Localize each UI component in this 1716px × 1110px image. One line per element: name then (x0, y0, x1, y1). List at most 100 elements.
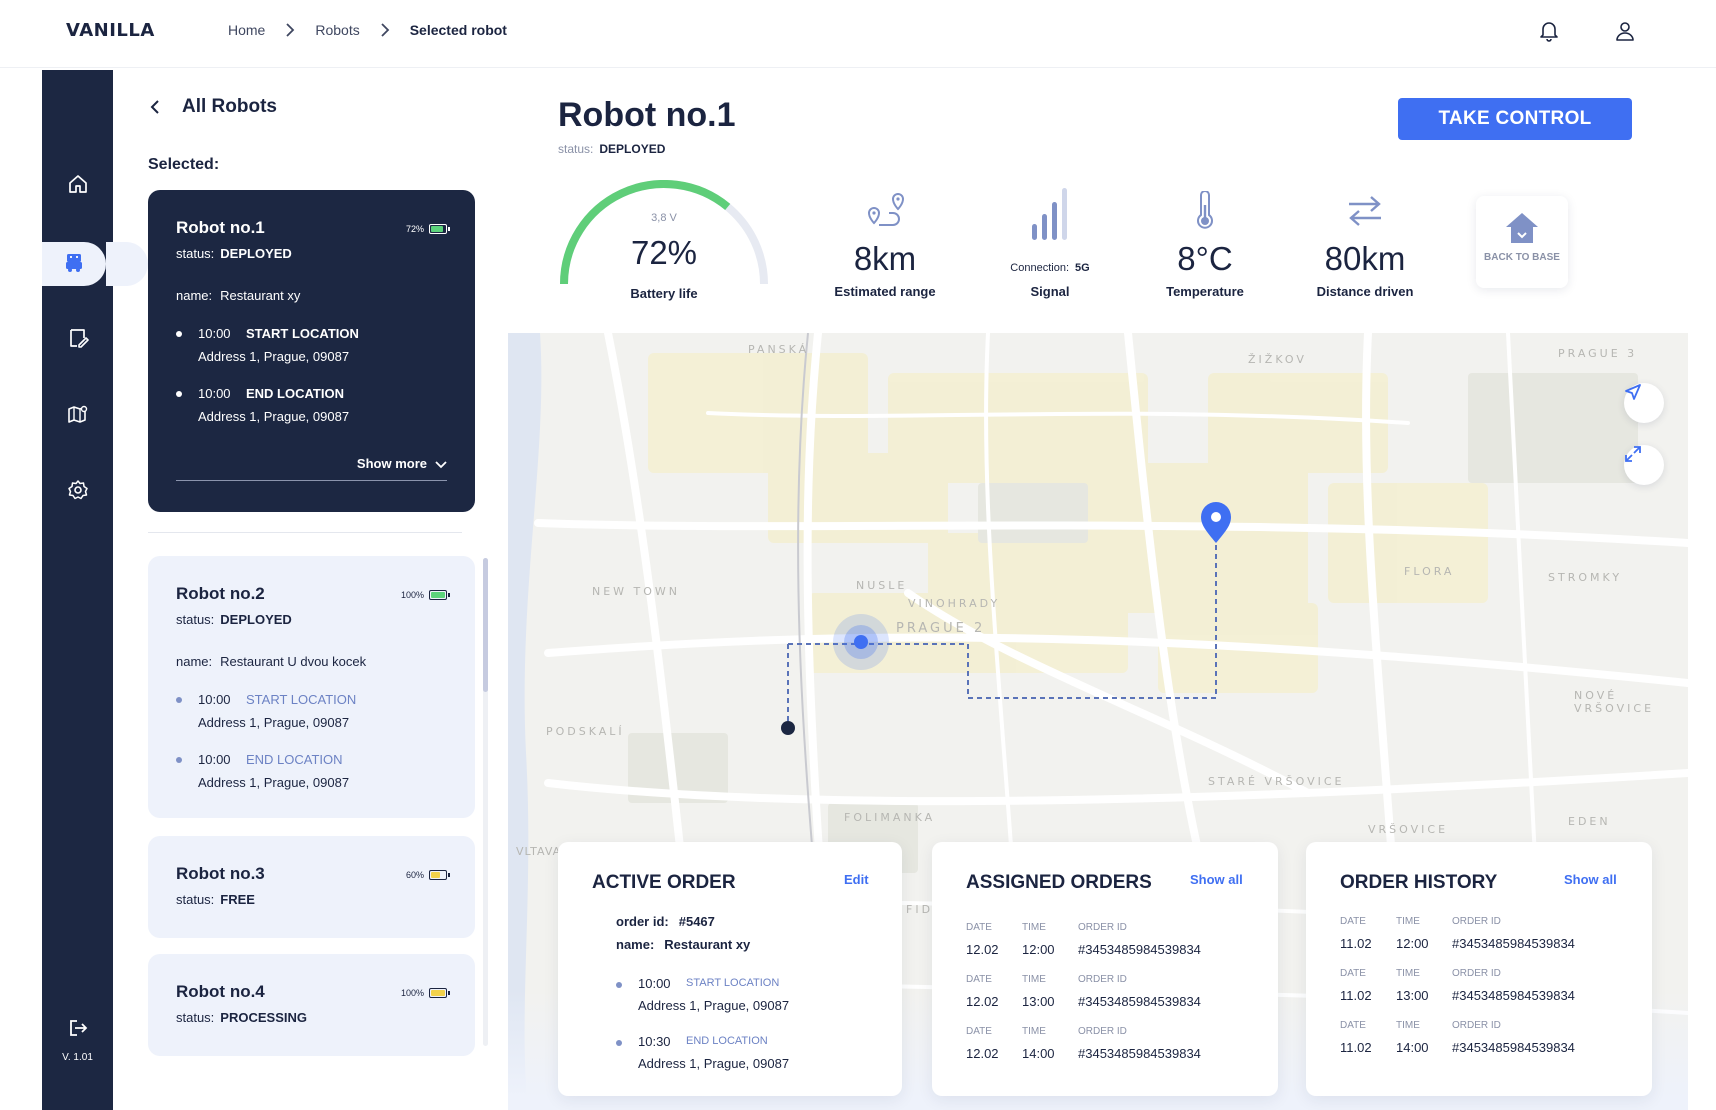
scrollbar-thumb[interactable] (483, 558, 488, 692)
bullet-icon (176, 331, 182, 337)
order-time: 14:00 (1022, 1046, 1055, 1061)
assigned-show-all-link[interactable]: Show all (1190, 872, 1243, 887)
breadcrumb-robots[interactable]: Robots (315, 22, 359, 38)
map-label: FOLIMANKA (844, 811, 936, 824)
nav-robots[interactable] (42, 242, 148, 286)
robot-icon (63, 251, 85, 278)
battery-label: Battery life (630, 286, 698, 301)
assigned-orders-title: ASSIGNED ORDERS (966, 872, 1152, 893)
battery-percent: 60% (405, 870, 424, 880)
order-time: 14:00 (1396, 1040, 1429, 1055)
order-id: order id: #5467 (616, 914, 715, 929)
history-show-all-link[interactable]: Show all (1564, 872, 1617, 887)
end-address: Address 1, Prague, 09087 (638, 1056, 790, 1071)
battery-icon (429, 988, 450, 998)
order-date: 12.02 (966, 994, 999, 1009)
breadcrumb-home[interactable]: Home (228, 22, 265, 38)
nav-home[interactable] (42, 164, 113, 208)
status-key: status: (558, 142, 594, 156)
fullscreen-button[interactable] (1624, 445, 1664, 485)
order-id-header: ORDER ID (1078, 922, 1127, 933)
back-to-base-button[interactable]: BACK TO BASE (1476, 196, 1568, 288)
estimated-range-label: Estimated range (834, 284, 936, 299)
all-robots-link[interactable]: All Robots (150, 96, 277, 118)
battery-indicator: 100% (401, 590, 450, 600)
active-order-panel: ACTIVE ORDER Edit order id: #5467 name: Re… (558, 842, 902, 1096)
map-label: FID (906, 903, 934, 916)
bullet-icon (176, 757, 182, 763)
list-separator (148, 532, 462, 533)
date-header: DATE (1340, 916, 1366, 927)
distance-value: 80km (1324, 240, 1406, 277)
start-time: 10:00 (198, 692, 231, 707)
robot-card-1[interactable]: Robot no.1 72% status: DEPLOYED name: Rest… (148, 190, 475, 512)
order-time: 12:00 (1396, 936, 1429, 951)
time-header: TIME (1022, 974, 1046, 985)
show-more-button[interactable]: Show more (357, 456, 447, 471)
order-id: #3453485984539834 (1452, 1040, 1575, 1055)
app-version: V. 1.01 (62, 1052, 93, 1063)
map-label: Vltava (516, 845, 562, 858)
home-icon (67, 173, 89, 200)
order-id-header: ORDER ID (1452, 1020, 1501, 1031)
order-id: #3453485984539834 (1078, 994, 1201, 1009)
take-control-button[interactable]: TAKE CONTROL (1398, 98, 1632, 140)
nav-settings[interactable] (42, 470, 113, 514)
breadcrumb-current: Selected robot (409, 22, 507, 38)
start-label: START LOCATION (246, 692, 357, 707)
status-value: DEPLOYED (220, 612, 292, 627)
user-icon[interactable] (1612, 18, 1638, 44)
robot-card-2[interactable]: Robot no.2 100% status: DEPLOYED name: Res… (148, 556, 475, 818)
app-logo[interactable]: VANILLA (66, 20, 155, 41)
start-address: Address 1, Prague, 09087 (638, 998, 790, 1013)
robot-card-title: Robot no.2 (176, 584, 265, 603)
map-label: NUSLE (856, 579, 908, 592)
connection-type: Connection: 5G (965, 262, 1135, 274)
map-label: PANSKÁ (748, 343, 810, 356)
date-header: DATE (1340, 968, 1366, 979)
order-id-header: ORDER ID (1078, 1026, 1127, 1037)
robot-card-title: Robot no.1 (176, 218, 265, 237)
robot-card-4[interactable]: Robot no.4 100% status: PROCESSING (148, 954, 475, 1056)
navigate-button[interactable] (1624, 383, 1664, 423)
order-date: 12.02 (966, 1046, 999, 1061)
order-name: name: Restaurant xy (616, 937, 750, 952)
settings-icon (67, 479, 89, 506)
end-time: 10:00 (198, 752, 231, 767)
thermometer-icon (1120, 188, 1290, 234)
breadcrumb: Home Robots Selected robot (228, 22, 507, 38)
battery-icon (429, 590, 450, 600)
nav-map[interactable] (42, 394, 113, 438)
start-label: START LOCATION (686, 977, 780, 989)
battery-icon (429, 870, 450, 880)
status-key: status: (176, 892, 215, 907)
date-header: DATE (1340, 1020, 1366, 1031)
robot-card-3[interactable]: Robot no.3 60% status: FREE (148, 836, 475, 938)
robot-card-status: status: DEPLOYED (176, 246, 292, 261)
order-history-title: ORDER HISTORY (1340, 872, 1498, 893)
distance-stat: 80km Distance driven (1280, 188, 1450, 304)
name-value: Restaurant xy (220, 288, 301, 303)
bullet-icon (616, 982, 622, 988)
end-time: 10:30 (638, 1034, 671, 1049)
end-address: Address 1, Prague, 09087 (198, 775, 350, 790)
bell-icon[interactable] (1536, 18, 1562, 44)
edit-order-link[interactable]: Edit (844, 872, 869, 887)
estimated-range-value: 8km (853, 240, 917, 277)
logout-icon (67, 1017, 89, 1044)
top-bar: VANILLA Home Robots Selected robot (0, 0, 1716, 68)
robot-card-status: status: FREE (176, 892, 255, 907)
start-address: Address 1, Prague, 09087 (198, 349, 350, 364)
nav-logout[interactable] (42, 1008, 113, 1052)
map-label: ŽIŽKOV (1248, 353, 1307, 366)
back-to-base-label: BACK TO BASE (1484, 252, 1560, 263)
nav-orders[interactable] (42, 318, 113, 362)
chevron-right-icon (378, 23, 392, 37)
robot-status: status: DEPLOYED (558, 142, 665, 156)
robot-list-scrollbar[interactable] (483, 558, 488, 1046)
order-history-panel: ORDER HISTORY Show all DATE TIME ORDER I… (1306, 842, 1652, 1096)
order-date: 12.02 (966, 942, 999, 957)
order-id: #3453485984539834 (1078, 942, 1201, 957)
card-divider (176, 480, 447, 481)
order-time: 13:00 (1022, 994, 1055, 1009)
